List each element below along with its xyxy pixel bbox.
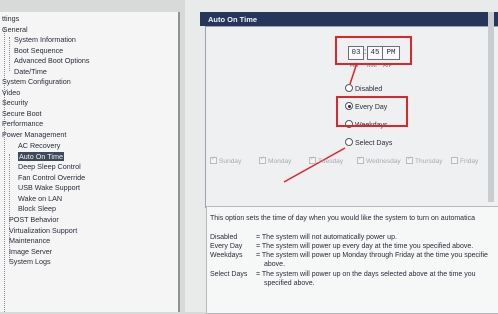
checkbox-wednesday[interactable]: Wednesday [357, 155, 401, 165]
help-text-weekdays: = The system will power up Monday throug… [256, 252, 488, 259]
checkbox-thursday[interactable]: Thursday [406, 155, 443, 165]
help-term-weekdays: Weekdays [210, 252, 243, 259]
day-label-tuesday: Tuesday [318, 158, 344, 165]
help-intro: This option sets the time of day when yo… [210, 215, 475, 222]
day-label-wednesday: Wednesday [366, 158, 401, 165]
help-term-disabled: Disabled [210, 234, 238, 241]
day-label-sunday: Sunday [219, 158, 242, 165]
help-text-every-day: = The system will power up every day at … [256, 243, 474, 250]
checkbox-sunday[interactable]: Sunday [210, 155, 242, 165]
help-term-every-day: Every Day [210, 243, 243, 250]
help-description-panel: This option sets the time of day when yo… [206, 206, 498, 314]
checkbox-tuesday[interactable]: Tuesday [309, 155, 344, 165]
help-text-select-days: = The system will power up on the days s… [256, 271, 476, 278]
checkbox-box [357, 155, 364, 164]
checkbox-monday[interactable]: Monday [259, 155, 292, 165]
help-text-select-days-cont: specified above. [264, 280, 315, 287]
help-text-weekdays-cont: above. [264, 261, 286, 268]
checkbox-box [259, 155, 266, 164]
day-label-thursday: Thursday [415, 158, 443, 165]
checkbox-box [451, 157, 458, 164]
checkbox-box [406, 155, 413, 164]
help-term-select-days: Select Days [210, 271, 248, 278]
checkbox-box [309, 155, 316, 164]
checkbox-friday[interactable]: Friday [451, 157, 478, 165]
checkbox-box [210, 155, 217, 164]
day-label-friday: Friday [460, 158, 479, 165]
arrow-to-days [283, 147, 346, 183]
day-label-monday: Monday [268, 158, 292, 165]
arrow-time-to-options [349, 62, 358, 85]
help-text-disabled: = The system will not automatically powe… [256, 234, 397, 241]
